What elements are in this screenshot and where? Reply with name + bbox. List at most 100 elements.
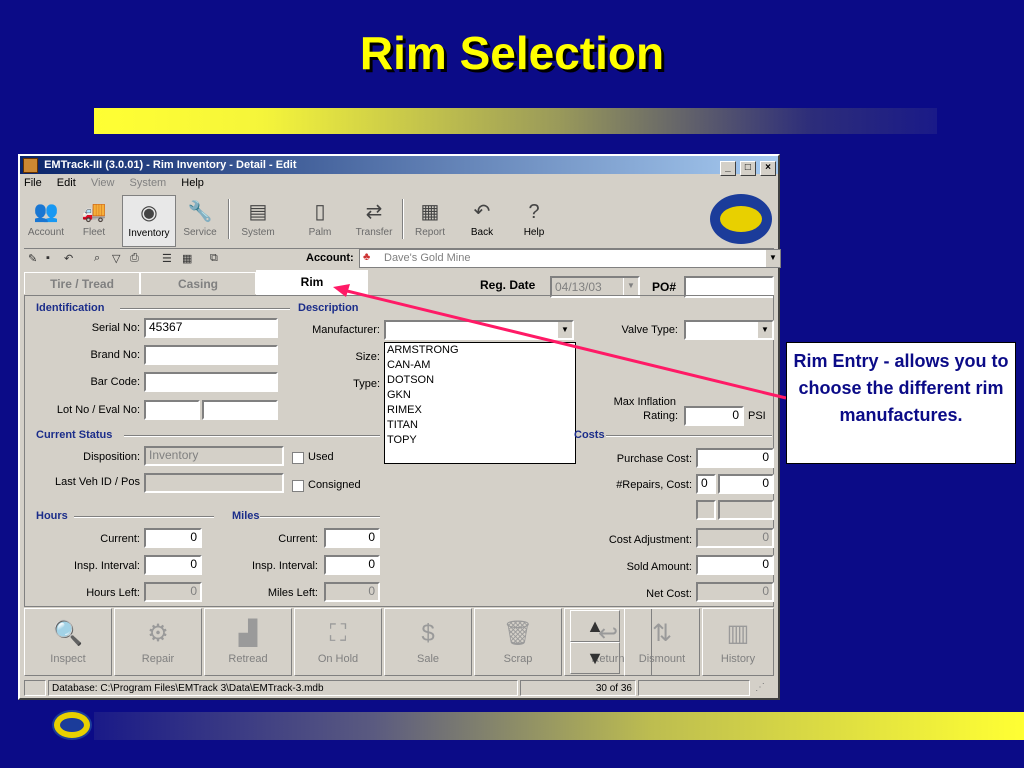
action-bar: 🔍 Inspect ⚙ Repair ▟ Retread ⛶ On Hold $ Sale… <box>24 608 774 676</box>
tab-rim[interactable]: Rim <box>256 270 368 296</box>
menu-edit[interactable]: Edit <box>57 177 76 189</box>
menu-view[interactable]: View <box>91 177 115 189</box>
manufacturer-option[interactable]: GKN <box>385 388 575 403</box>
serial-no-field[interactable]: 45367 <box>144 318 278 338</box>
hours-left-label: Hours Left: <box>86 587 140 599</box>
undo-icon[interactable]: ↶ <box>64 252 73 265</box>
app-icon <box>23 158 38 173</box>
consigned-checkbox[interactable] <box>292 480 304 492</box>
close-button[interactable]: × <box>760 161 776 176</box>
repairs-cost-field[interactable]: 0 <box>718 474 774 494</box>
eval-no-field[interactable] <box>202 400 278 420</box>
tab-casing[interactable]: Casing <box>140 272 256 294</box>
brand-no-field[interactable] <box>144 345 278 365</box>
toolbar-separator <box>228 199 230 239</box>
menu-system[interactable]: System <box>130 177 167 189</box>
status-cell <box>638 680 750 696</box>
net-cost-label: Net Cost: <box>646 588 692 600</box>
hours-interval-label: Insp. Interval: <box>73 560 140 572</box>
size-label: Size: <box>355 351 380 363</box>
window-title: EMTrack-III (3.0.01) - Rim Inventory - D… <box>44 159 297 171</box>
toolbar-fleet-button[interactable]: 🚚 Fleet <box>72 195 116 245</box>
toolbar-report-button[interactable]: ▦ Report <box>408 195 452 245</box>
history-icon: ▥ <box>726 620 750 647</box>
on-hold-icon: ⛶ <box>329 620 347 647</box>
manufacturer-option[interactable]: TOPY <box>385 433 575 448</box>
max-inflation-label: Max Inflation <box>613 396 676 408</box>
history-button[interactable]: ▥ History <box>702 608 774 676</box>
maximize-button[interactable]: □ <box>739 161 756 176</box>
valve-type-select[interactable]: ▼ <box>684 320 774 340</box>
manufacturer-option[interactable]: CAN-AM <box>385 358 575 373</box>
blank-field[interactable] <box>696 500 716 520</box>
minimize-button[interactable]: _ <box>719 161 736 176</box>
toolbar-help-button[interactable]: ? Help <box>512 195 556 245</box>
repairs-count-field[interactable]: 0 <box>696 474 716 494</box>
repair-button[interactable]: ⚙ Repair <box>114 608 202 676</box>
divider <box>260 516 380 518</box>
used-checkbox[interactable] <box>292 452 304 464</box>
scrap-button[interactable]: 🗑 Scrap <box>474 608 562 676</box>
blank-field[interactable] <box>718 500 774 520</box>
print-icon[interactable]: ⎙ <box>130 252 139 265</box>
net-cost-field[interactable]: 0 <box>696 582 774 602</box>
miles-interval-field[interactable]: 0 <box>324 555 380 575</box>
repairs-cost-label: #Repairs, Cost: <box>616 479 692 491</box>
hours-current-field[interactable]: 0 <box>144 528 202 548</box>
menu-bar: File Edit View System Help <box>24 177 216 193</box>
purchase-cost-field[interactable]: 0 <box>696 448 774 468</box>
resize-grip-icon[interactable]: ⋰ <box>752 680 774 696</box>
next-record-button[interactable]: ▼ <box>570 642 620 674</box>
chevron-down-icon[interactable]: ▼ <box>757 322 772 338</box>
last-veh-field[interactable] <box>144 473 284 493</box>
inspect-button[interactable]: 🔍 Inspect <box>24 608 112 676</box>
toolbar-back-button[interactable]: ↶ Back <box>460 195 504 245</box>
account-select[interactable]: ♣ Dave's Gold Mine ▼ <box>359 249 781 268</box>
toolbar-service-button[interactable]: 🔧 Service <box>178 195 222 245</box>
toolbar-inventory-button[interactable]: ◉ Inventory <box>122 195 176 247</box>
lot-no-field[interactable] <box>144 400 200 420</box>
list-view-icon[interactable]: ☰ <box>162 252 172 265</box>
edit-icon[interactable]: ✎ <box>28 252 37 265</box>
miles-current-field[interactable]: 0 <box>324 528 380 548</box>
save-icon[interactable]: ▪ <box>46 252 50 264</box>
manufacturer-option[interactable]: DOTSON <box>385 373 575 388</box>
chevron-down-icon[interactable]: ▼ <box>765 250 780 267</box>
goodyear-logo <box>710 194 772 244</box>
toolbar-transfer-button[interactable]: ⇄ Transfer <box>352 195 396 245</box>
bar-code-field[interactable] <box>144 372 278 392</box>
toolbar-palm-button[interactable]: ▯ Palm <box>298 195 342 245</box>
rating-field[interactable]: 0 <box>684 406 744 426</box>
menu-help[interactable]: Help <box>181 177 204 189</box>
on-hold-button[interactable]: ⛶ On Hold <box>294 608 382 676</box>
account-people-icon: ♣ <box>363 251 371 263</box>
manufacturer-option[interactable]: ARMSTRONG <box>385 343 575 358</box>
sale-button[interactable]: $ Sale <box>384 608 472 676</box>
find-icon[interactable]: ⌕ <box>94 252 100 265</box>
cost-adjustment-field[interactable]: 0 <box>696 528 774 548</box>
chevron-down-icon[interactable]: ▼ <box>623 278 638 296</box>
disposition-field[interactable]: Inventory <box>144 446 284 466</box>
hours-interval-field[interactable]: 0 <box>144 555 202 575</box>
toolbar-system-button[interactable]: ▤ System <box>236 195 280 245</box>
sold-amount-field[interactable]: 0 <box>696 555 774 575</box>
copy-icon[interactable]: ⧉ <box>210 252 218 265</box>
menu-file[interactable]: File <box>24 177 42 189</box>
filter-icon[interactable]: ▽ <box>112 252 120 265</box>
previous-record-button[interactable]: ▲ <box>570 610 620 642</box>
miles-left-field[interactable]: 0 <box>324 582 380 602</box>
hours-current-label: Current: <box>100 533 140 545</box>
hours-left-field[interactable]: 0 <box>144 582 202 602</box>
toolbar-account-button[interactable]: 👥 Account <box>24 195 68 245</box>
grid-view-icon[interactable]: ▦ <box>182 252 192 265</box>
manufacturer-option[interactable]: RIMEX <box>385 403 575 418</box>
toolbar-label: System <box>241 227 275 238</box>
tab-tire-tread[interactable]: Tire / Tread <box>24 272 140 294</box>
dismount-button[interactable]: ⇅ Dismount <box>624 608 700 676</box>
manufacturer-option[interactable]: TITAN <box>385 418 575 433</box>
manufacturer-select[interactable]: ▼ <box>384 320 574 340</box>
retread-button[interactable]: ▟ Retread <box>204 608 292 676</box>
chevron-down-icon[interactable]: ▼ <box>557 322 572 338</box>
window-titlebar[interactable]: EMTrack-III (3.0.01) - Rim Inventory - D… <box>20 156 778 176</box>
transfer-icon: ⇄ <box>365 201 383 223</box>
